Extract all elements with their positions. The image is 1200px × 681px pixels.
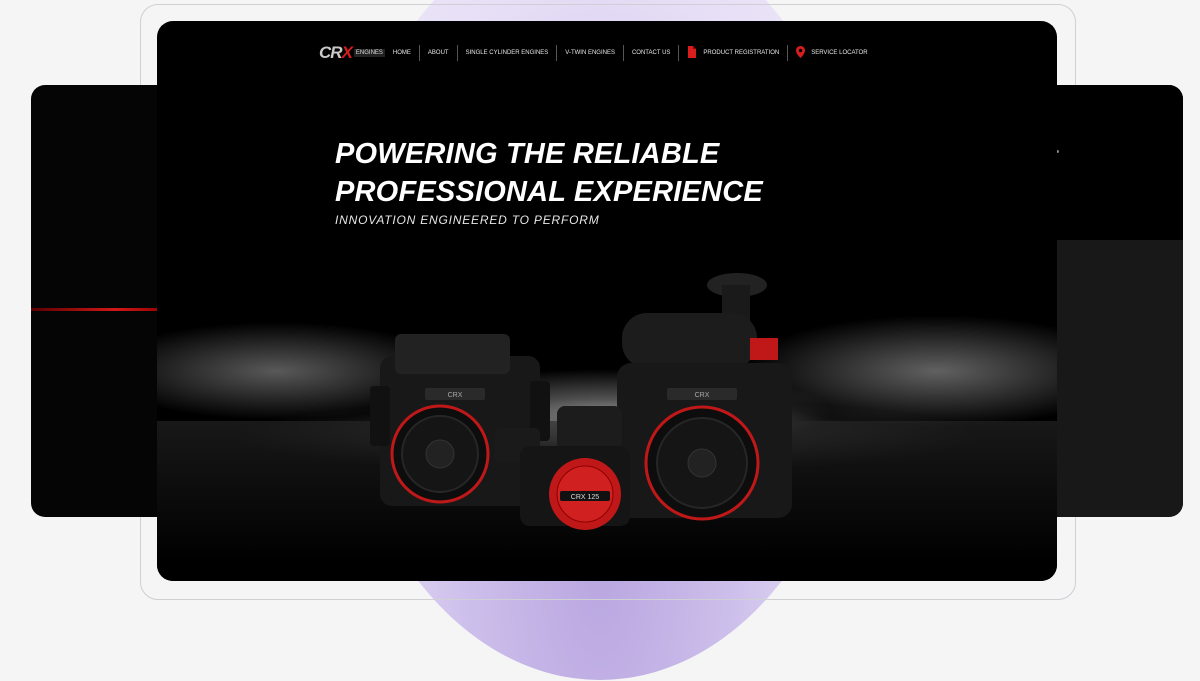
hero-tagline: INNOVATION ENGINEERED TO PERFORM [335,213,600,227]
engine-badge-right: CRX [695,392,710,399]
top-navigation: CRX ENGINES HOME ABOUT SINGLE CYLINDER E… [319,43,876,63]
document-icon [688,46,697,59]
nav-service-locator[interactable]: SERVICE LOCATOR [787,45,875,61]
nav-product-registration[interactable]: PRODUCT REGISTRATION [678,45,787,61]
red-accent-line [31,308,171,311]
engine-image-right: CRX [617,273,792,521]
hero-heading-line-2: PROFESSIONAL EXPERIENCE [335,176,763,208]
nav-v-twin[interactable]: V-TWIN ENGINES [556,45,623,61]
engine-badge-left: CRX [448,392,463,399]
website-screenshot: CRX ENGINES HOME ABOUT SINGLE CYLINDER E… [157,21,1057,581]
hero-heading-line-1: POWERING THE RELIABLE [335,138,720,170]
map-pin-icon [796,46,806,59]
nav-single-cylinder[interactable]: SINGLE CYLINDER ENGINES [456,45,557,61]
engine-image-center: CRX 125 [495,406,630,530]
nav-about[interactable]: ABOUT [418,45,457,61]
nav-contact[interactable]: CONTACT US [622,45,678,61]
crx-logo[interactable]: CRX ENGINES [319,43,385,63]
nav-home[interactable]: HOME [391,45,419,61]
engine-badge-center: CRX 125 [571,494,600,501]
hero-text: POWERING THE RELIABLE PROFESSIONAL EXPER… [335,135,763,227]
